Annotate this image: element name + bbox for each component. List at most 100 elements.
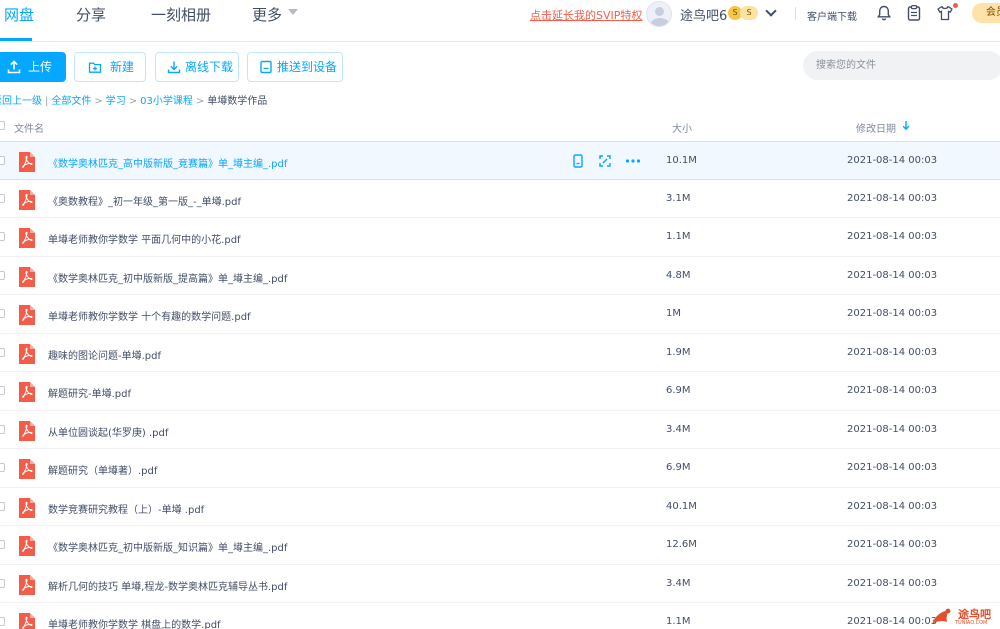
file-size: 3.1M [666, 192, 691, 204]
row-checkbox[interactable] [0, 347, 5, 357]
nav-netdisk[interactable]: 网盘 [4, 4, 34, 25]
file-date: 2021-08-14 00:03 [847, 539, 938, 550]
row-checkbox[interactable] [0, 156, 5, 165]
table-row[interactable]: 单墫老师教你学数学 平面几何中的小花.pdf 1.1M 2021-08-14 00:… [0, 218, 1000, 257]
file-size: 6.9M [666, 462, 691, 473]
table-row[interactable]: 《数学奥林匹克_初中版新版_提高篇》单_墫主编_.pdf 4.8M 2021-08-… [0, 257, 1000, 295]
table-row[interactable]: 《奥数教程》_初一年级_第一版_-_单墫.pdf 3.1M 2021-08-14 0… [0, 180, 1000, 218]
table-row[interactable]: 《数学奥林匹克_初中版新版_知识篇》单_墫主编_.pdf 12.6M 2021-08… [0, 526, 1000, 565]
client-download-link[interactable]: 客户端下载 [807, 8, 857, 23]
file-size: 1.1M [666, 616, 691, 627]
breadcrumb-item[interactable]: 全部文件 [51, 96, 91, 107]
table-header: 文件名 大小 修改日期 [0, 112, 1000, 140]
pdf-file-icon [19, 382, 35, 402]
file-name[interactable]: 解题研究-单墫.pdf [48, 385, 131, 400]
row-checkbox[interactable] [0, 309, 5, 318]
file-size: 3.4M [666, 423, 691, 435]
user-menu-chevron-icon[interactable] [765, 5, 777, 17]
file-date: 2021-08-14 00:03 [847, 192, 938, 204]
nav-more[interactable]: 更多 [252, 4, 282, 25]
file-name[interactable]: 《数学奥林匹克_初中版新版_知识篇》单_墫主编_.pdf [48, 539, 287, 554]
more-icon[interactable] [625, 154, 641, 168]
pdf-file-icon [19, 189, 35, 210]
file-name[interactable]: 《数学奥林匹克_初中版新版_提高篇》单_墫主编_.pdf [48, 270, 287, 285]
phone-send-icon[interactable] [571, 154, 585, 168]
table-row[interactable]: 解析几何的技巧 单墫,程龙-数学奥林匹克辅导丛书.pdf 3.4M 2021-08-… [0, 565, 1000, 603]
pdf-file-icon [19, 266, 35, 287]
row-checkbox[interactable] [0, 193, 5, 203]
pdf-file-icon [19, 459, 35, 479]
upload-button[interactable]: 上传 [0, 52, 66, 82]
breadcrumb: 返回上一级|全部文件>学习>03小学课程>单墫数学作品 [0, 92, 270, 107]
device-icon [260, 60, 272, 74]
file-size: 10.1M [666, 155, 697, 166]
breadcrumb-item[interactable]: 学习 [106, 96, 126, 107]
sort-down-icon[interactable] [902, 120, 910, 131]
avatar[interactable] [646, 1, 672, 27]
file-name[interactable]: 单墫老师教你学数学 平面几何中的小花.pdf [48, 231, 241, 246]
table-row[interactable]: 从单位圆谈起(华罗庚) .pdf 3.4M 2021-08-14 00:03 [0, 411, 1000, 449]
row-checkbox[interactable] [0, 386, 5, 395]
new-folder-button[interactable]: 新建 [74, 52, 146, 82]
file-name[interactable]: 数学竞赛研究教程（上）-单墫 .pdf [48, 501, 204, 516]
offline-download-button[interactable]: 离线下载 [155, 52, 239, 82]
new-label: 新建 [110, 60, 135, 74]
row-checkbox[interactable] [0, 424, 5, 434]
table-row[interactable]: 数学竞赛研究教程（上）-单墫 .pdf 40.1M 2021-08-14 00:03 [0, 488, 1000, 526]
vip-badge[interactable]: 会员 [972, 3, 1000, 23]
file-size: 12.6M [666, 539, 697, 550]
share-link-icon[interactable] [598, 154, 612, 168]
table-row[interactable]: 单墫老师教你学数学 十个有趣的数学问题.pdf 1M 2021-08-14 00:0… [0, 295, 1000, 334]
file-name[interactable]: 趣味的图论问题-单墫.pdf [48, 347, 161, 362]
file-date: 2021-08-14 00:03 [847, 269, 938, 281]
file-name[interactable]: 解题研究（单墫著）.pdf [48, 462, 157, 477]
row-checkbox[interactable] [0, 578, 5, 588]
breadcrumb-item[interactable]: 03小学课程 [140, 96, 193, 107]
row-checkbox[interactable] [0, 540, 5, 549]
table-row[interactable]: 解题研究-单墫.pdf 6.9M 2021-08-14 00:03 [0, 372, 1000, 411]
row-checkbox[interactable] [0, 270, 5, 280]
table-row[interactable]: 《数学奥林匹克_高中版新版_竞赛篇》单_墫主编_.pdf 10.1M 2021-08… [0, 141, 1000, 180]
file-name[interactable]: 从单位圆谈起(华罗庚) .pdf [48, 424, 168, 439]
upload-icon [7, 60, 21, 74]
file-list: 《数学奥林匹克_高中版新版_竞赛篇》单_墫主编_.pdf 10.1M 2021-08… [0, 141, 1000, 629]
file-size: 40.1M [666, 500, 697, 512]
table-row[interactable]: 解题研究（单墫著）.pdf 6.9M 2021-08-14 00:03 [0, 449, 1000, 488]
breadcrumb-back[interactable]: 返回上一级 [0, 96, 42, 107]
clipboard-icon[interactable] [905, 4, 923, 22]
table-row[interactable]: 趣味的图论问题-单墫.pdf 1.9M 2021-08-14 00:03 [0, 334, 1000, 372]
shirt-icon[interactable] [936, 4, 954, 22]
column-date-header[interactable]: 修改日期 [856, 120, 896, 135]
file-name[interactable]: 单墫老师教你学数学 棋盘上的数学.pdf [48, 616, 221, 629]
nav-album[interactable]: 一刻相册 [151, 4, 211, 25]
search-input[interactable]: 搜索您的文件 [803, 51, 1000, 80]
select-all-checkbox[interactable] [0, 121, 5, 130]
bell-icon[interactable] [875, 4, 893, 22]
file-name[interactable]: 解析几何的技巧 单墫,程龙-数学奥林匹克辅导丛书.pdf [48, 578, 287, 593]
file-date: 2021-08-14 00:03 [847, 308, 938, 319]
file-date: 2021-08-14 00:03 [847, 346, 938, 358]
row-checkbox[interactable] [0, 463, 5, 472]
column-size-header[interactable]: 大小 [672, 120, 692, 135]
file-name[interactable]: 《数学奥林匹克_高中版新版_竞赛篇》单_墫主编_.pdf [48, 155, 287, 170]
push-label: 推送到设备 [277, 60, 338, 74]
column-name-header[interactable]: 文件名 [14, 120, 44, 135]
top-nav: 网盘 分享 一刻相册 更多 点击延长我的SVIP特权 途鸟吧6 S S 客户端下… [0, 0, 1000, 42]
file-size: 1.1M [666, 231, 691, 242]
push-to-device-button[interactable]: 推送到设备 [247, 52, 343, 82]
pdf-file-icon [19, 343, 35, 364]
row-checkbox[interactable] [0, 501, 5, 511]
svip-renew-link[interactable]: 点击延长我的SVIP特权 [530, 7, 642, 23]
username[interactable]: 途鸟吧6 [680, 5, 727, 24]
notification-dot [953, 3, 958, 8]
file-name[interactable]: 《奥数教程》_初一年级_第一版_-_单墫.pdf [48, 193, 241, 208]
row-checkbox[interactable] [0, 617, 5, 626]
nav-share[interactable]: 分享 [76, 4, 106, 25]
file-name[interactable]: 单墫老师教你学数学 十个有趣的数学问题.pdf [48, 308, 251, 323]
table-row[interactable]: 单墫老师教你学数学 棋盘上的数学.pdf 1.1M 2021-08-14 00:03 [0, 603, 1000, 629]
row-checkbox[interactable] [0, 232, 5, 241]
pdf-file-icon [19, 574, 35, 595]
file-date: 2021-08-14 00:03 [847, 423, 938, 435]
chevron-down-icon[interactable] [288, 9, 298, 15]
file-date: 2021-08-14 00:03 [847, 231, 938, 242]
